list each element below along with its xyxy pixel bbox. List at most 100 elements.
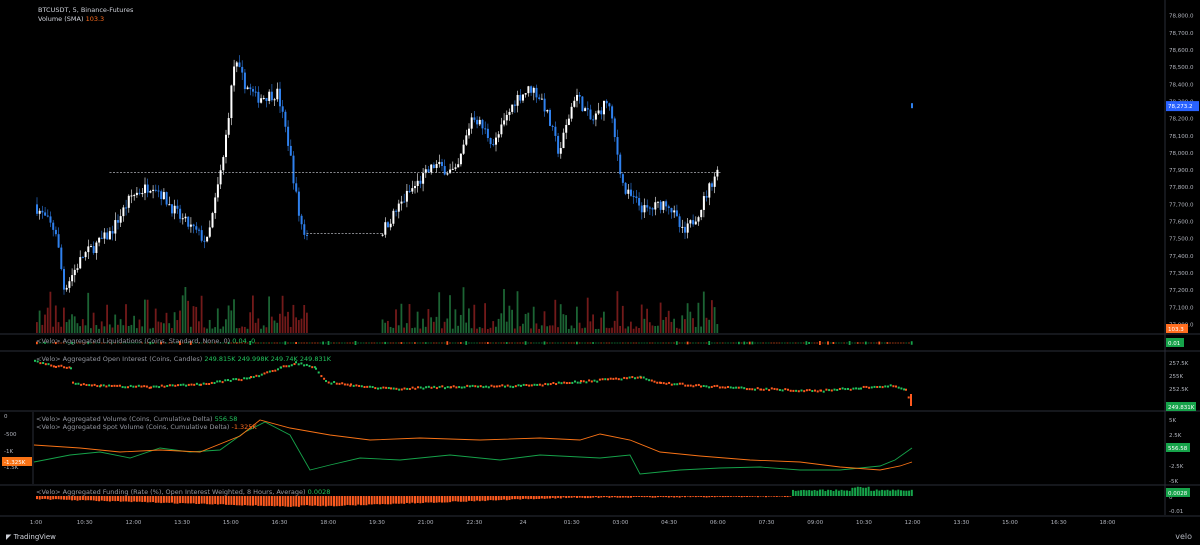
- funding-bar: [176, 496, 179, 504]
- price-candle: [665, 201, 668, 207]
- liquidation-bar: [684, 342, 686, 344]
- spot-legend[interactable]: <Velo> Aggregated Spot Volume (Coins, Cu…: [36, 423, 257, 431]
- time-tick-label: 12:00: [905, 520, 921, 526]
- liquidation-bar: [864, 341, 867, 345]
- funding-bar: [203, 496, 206, 504]
- funding-bar: [451, 496, 454, 502]
- oi-candle: [737, 386, 740, 389]
- oi-candle: [85, 383, 88, 386]
- oi-candle: [735, 386, 738, 389]
- volume-bar: [262, 325, 265, 333]
- volume-legend[interactable]: Volume (SMA) 103.3: [38, 15, 104, 23]
- oi-candle: [433, 385, 436, 388]
- volume-bar: [427, 309, 430, 333]
- liquidation-bar: [411, 342, 414, 344]
- oi-candle: [549, 383, 552, 386]
- volume-bar: [551, 325, 554, 333]
- liquidation-bar: [284, 341, 287, 345]
- price-candle: [643, 205, 646, 213]
- oi-candle: [335, 382, 338, 385]
- funding-bar: [843, 490, 846, 496]
- volume-bar: [535, 323, 538, 333]
- price-candle: [705, 196, 708, 198]
- funding-bar: [292, 496, 295, 507]
- price-candle: [195, 226, 198, 230]
- funding-bar: [581, 496, 584, 498]
- volume-bar: [160, 322, 162, 333]
- tradingview-logo[interactable]: ◤ TradingView: [6, 533, 56, 541]
- oi-candle: [398, 388, 401, 391]
- liquidation-bar: [613, 342, 616, 344]
- volume-bar: [478, 327, 481, 333]
- oi-candle: [702, 385, 705, 388]
- funding-bar: [562, 496, 565, 498]
- oi-candle: [460, 386, 463, 389]
- oi-candle: [392, 387, 395, 390]
- oi-candle: [471, 384, 474, 387]
- volume-bar: [265, 327, 268, 333]
- funding-bar: [127, 496, 130, 502]
- volume-bar: [200, 295, 203, 333]
- volume-bar: [451, 328, 454, 333]
- price-candle: [613, 118, 616, 138]
- volume-bar: [154, 308, 157, 333]
- price-candle: [608, 103, 611, 107]
- funding-bar: [713, 496, 716, 498]
- liquidation-bar: [395, 342, 397, 344]
- oi-candle: [536, 383, 539, 386]
- oi-candle: [825, 388, 828, 391]
- liquidation-bar: [854, 342, 856, 344]
- volume-bar: [176, 320, 179, 333]
- oi-candle: [168, 384, 171, 387]
- oi-candle: [363, 386, 366, 389]
- volume-bar: [300, 318, 303, 333]
- oi-candle: [897, 386, 900, 389]
- liquidation-bar: [819, 341, 821, 345]
- liquidation-bar: [306, 342, 308, 344]
- liquidation-bar: [424, 342, 427, 344]
- price-candle: [524, 93, 527, 95]
- price-candle: [49, 216, 52, 223]
- oi-candle: [266, 371, 269, 374]
- liquidation-bar: [486, 342, 489, 344]
- time-tick-label: 16:30: [1051, 520, 1067, 526]
- liquidation-bar: [756, 342, 759, 344]
- oi-candle: [205, 382, 208, 385]
- liquidation-bar: [435, 342, 438, 344]
- funding-bar: [719, 496, 722, 497]
- funding-bar: [92, 496, 95, 501]
- volume-bar: [192, 306, 195, 333]
- price-candle: [559, 148, 562, 154]
- funding-bar: [516, 496, 519, 500]
- oi-candle: [530, 384, 533, 387]
- symbol-title[interactable]: BTCUSDT, 5, Binance-Futures: [38, 6, 133, 14]
- oi-candle: [642, 376, 645, 379]
- funding-bar: [268, 496, 271, 506]
- price-candle: [198, 229, 200, 231]
- liquidation-bar: [840, 342, 843, 344]
- funding-bar: [46, 496, 49, 500]
- volume-bar: [438, 292, 441, 333]
- funding-bar: [505, 496, 508, 501]
- volume-bar: [573, 328, 576, 333]
- funding-bar: [773, 496, 776, 497]
- price-candle: [138, 192, 141, 194]
- oi-legend[interactable]: <Velo> Aggregated Open Interest (Coins, …: [36, 355, 331, 363]
- oi-candle: [390, 387, 392, 390]
- fund-legend[interactable]: <Velo> Aggregated Funding (Rate (%), Ope…: [36, 488, 330, 496]
- liquidation-bar: [810, 342, 813, 344]
- volume-bar: [486, 328, 489, 333]
- price-candle: [384, 222, 387, 235]
- volume-bar: [81, 319, 84, 333]
- price-candle: [686, 223, 689, 233]
- price-candle: [700, 209, 703, 218]
- oi-candle: [208, 382, 211, 385]
- oi-candle: [656, 381, 659, 384]
- volume-bar: [168, 323, 171, 333]
- funding-bar: [522, 496, 524, 499]
- oi-candle: [80, 383, 83, 386]
- liq-legend[interactable]: <Velo> Aggregated Liquidations (Coins, S…: [36, 337, 255, 345]
- vol-legend[interactable]: <Velo> Aggregated Volume (Coins, Cumulat…: [36, 415, 237, 423]
- price-candle: [638, 198, 641, 206]
- oi-candle: [466, 384, 469, 387]
